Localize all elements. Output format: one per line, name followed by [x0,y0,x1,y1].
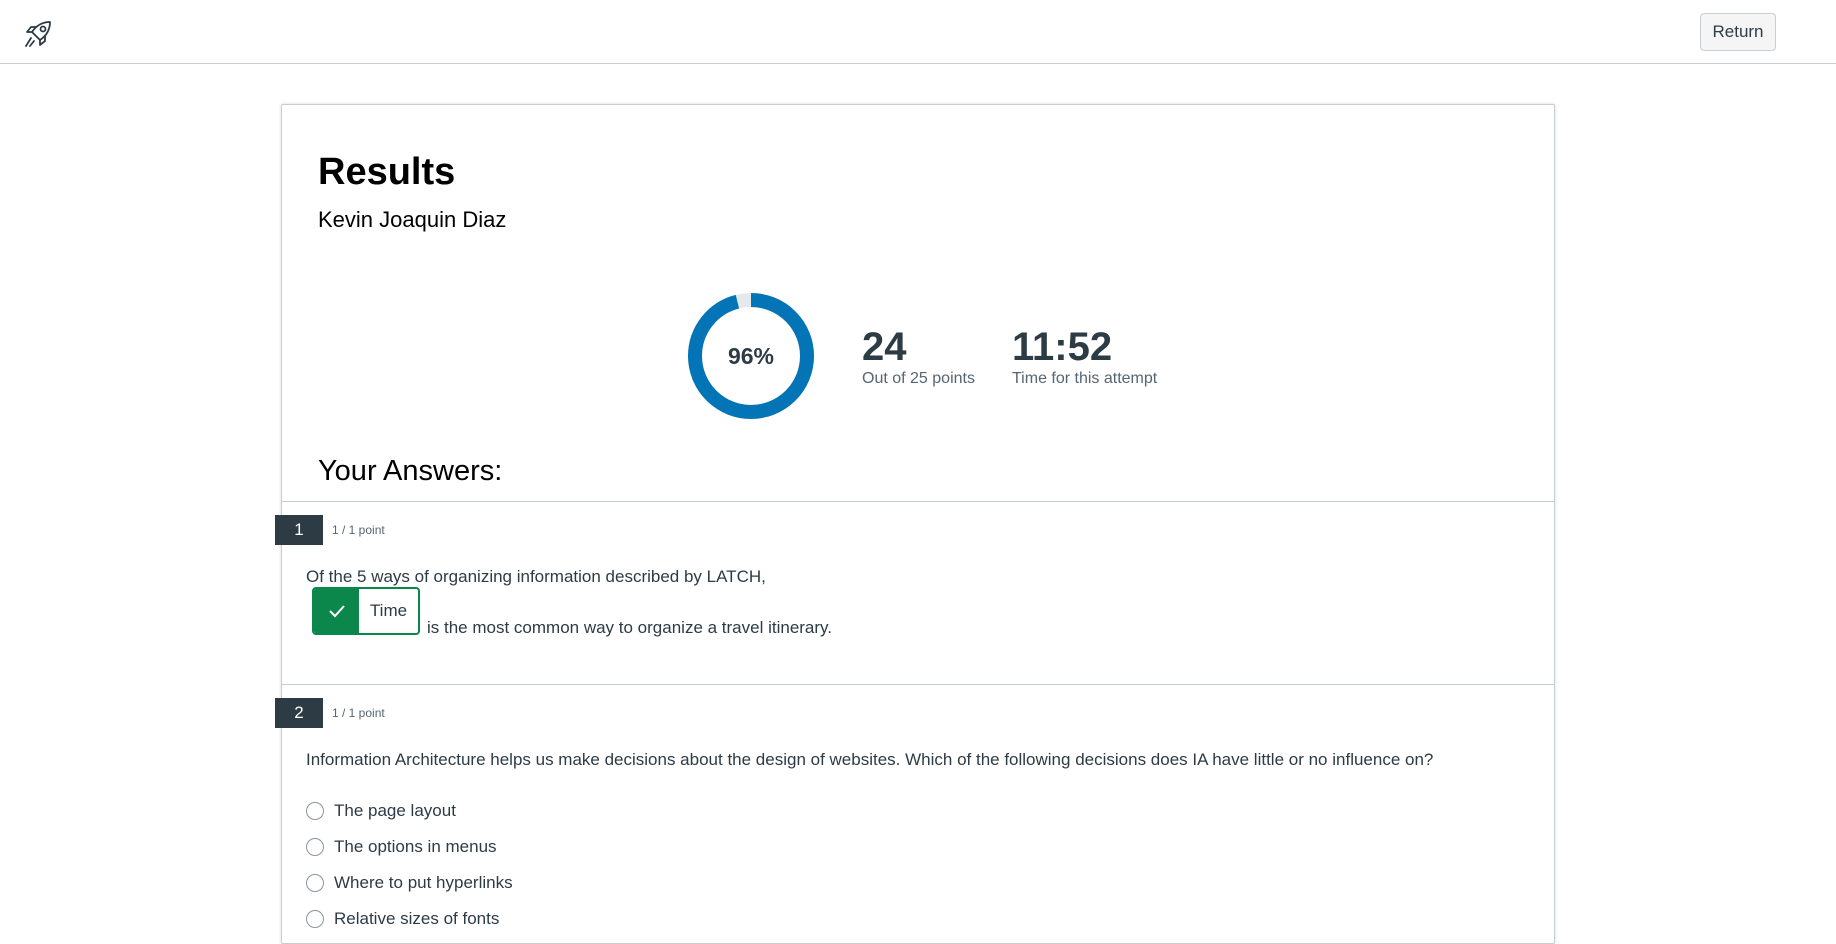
answer-option[interactable]: Where to put hyperlinks [306,873,513,893]
answer-option[interactable]: The page layout [306,801,456,821]
option-label: The options in menus [334,837,497,856]
answer-option[interactable]: Relative sizes of fonts [306,909,499,929]
rocket-icon [25,21,51,47]
question-divider [282,501,1554,502]
page-title: Results [318,151,456,193]
return-button[interactable]: Return [1700,13,1776,51]
question-text: Information Architecture helps us make d… [306,750,1434,769]
question-number-badge: 1 [275,515,323,545]
points-value: 24 [862,325,907,369]
points-caption: Out of 25 points [862,370,975,387]
top-navigation-bar: Return [0,0,1836,64]
option-label: Relative sizes of fonts [334,909,500,928]
check-icon [314,589,359,633]
option-label: The page layout [334,801,456,820]
selected-answer: Time [369,601,408,620]
radio-button[interactable] [306,802,324,820]
radio-button[interactable] [306,874,324,892]
question-points: 1 / 1 point [332,523,385,537]
question-number-badge: 2 [275,698,323,728]
answers-heading: Your Answers: [318,455,503,487]
student-name: Kevin Joaquin Diaz [318,207,507,232]
question-points: 1 / 1 point [332,706,385,720]
time-caption: Time for this attempt [1012,370,1158,387]
time-value: 11:52 [1012,325,1113,369]
option-label: Where to put hyperlinks [334,873,513,892]
time-stat: 11:52 Time for this attempt [1012,325,1157,389]
radio-button[interactable] [306,838,324,856]
question-text-continuation: is the most common way to organize a tra… [427,618,833,637]
answer-option[interactable]: The options in menus [306,837,497,857]
answer-dropdown-correct: Time [312,587,420,635]
results-card: Results Kevin Joaquin Diaz 96% 24 Out of… [275,104,1555,944]
question-text: Of the 5 ways of organizing information … [306,567,766,586]
score-percent: 96% [727,342,775,369]
question-divider [282,684,1554,685]
points-stat: 24 Out of 25 points [862,325,975,389]
radio-button[interactable] [306,910,324,928]
